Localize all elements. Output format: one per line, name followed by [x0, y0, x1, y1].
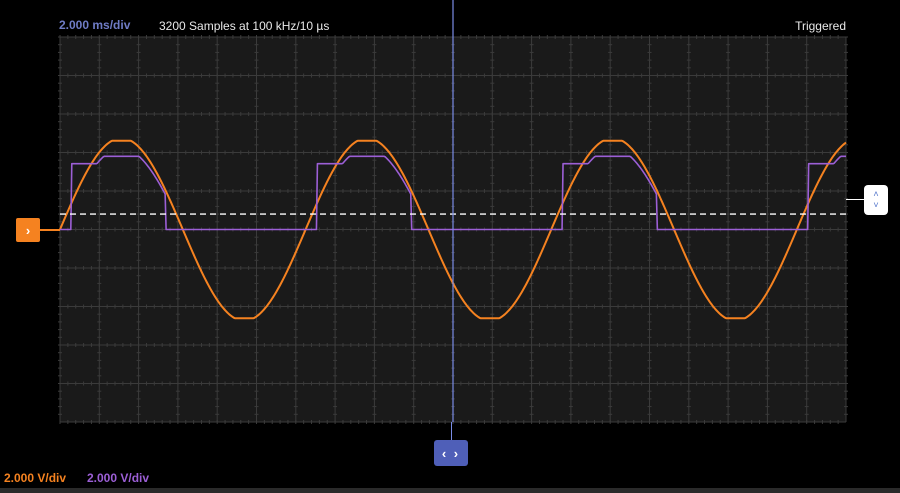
- chevron-up-icon: ˄: [873, 189, 879, 199]
- chevron-right-icon: ›: [25, 222, 31, 238]
- status-bar: 2.000 ms/div 3200 Samples at 100 kHz/10 …: [0, 0, 900, 36]
- channel-offset-line: [40, 229, 60, 231]
- chevron-left-right-icon: ‹ ›: [441, 445, 461, 461]
- timebase-label[interactable]: 2.000 ms/div: [59, 18, 130, 32]
- chevron-down-icon: ˅: [873, 200, 879, 210]
- trigger-level-handle[interactable]: ˄ ˅: [864, 185, 888, 215]
- time-cursor-handle[interactable]: ‹ ›: [434, 440, 468, 466]
- sample-rate-label: 3200 Samples at 100 kHz/10 µs: [159, 19, 330, 33]
- trigger-handle-line: [846, 199, 864, 200]
- plot-canvas: [58, 0, 848, 424]
- trigger-status: Triggered: [795, 19, 846, 33]
- channel-1-scale[interactable]: 2.000 V/div: [4, 471, 66, 485]
- bottom-strip: [0, 488, 900, 493]
- scope-window: 2.000 ms/div 3200 Samples at 100 kHz/10 …: [0, 0, 900, 493]
- channel-2-scale[interactable]: 2.000 V/div: [87, 471, 149, 485]
- channel-1-offset-marker[interactable]: ›: [16, 218, 40, 242]
- waveform-plot[interactable]: [58, 0, 848, 424]
- time-handle-line: [451, 422, 452, 440]
